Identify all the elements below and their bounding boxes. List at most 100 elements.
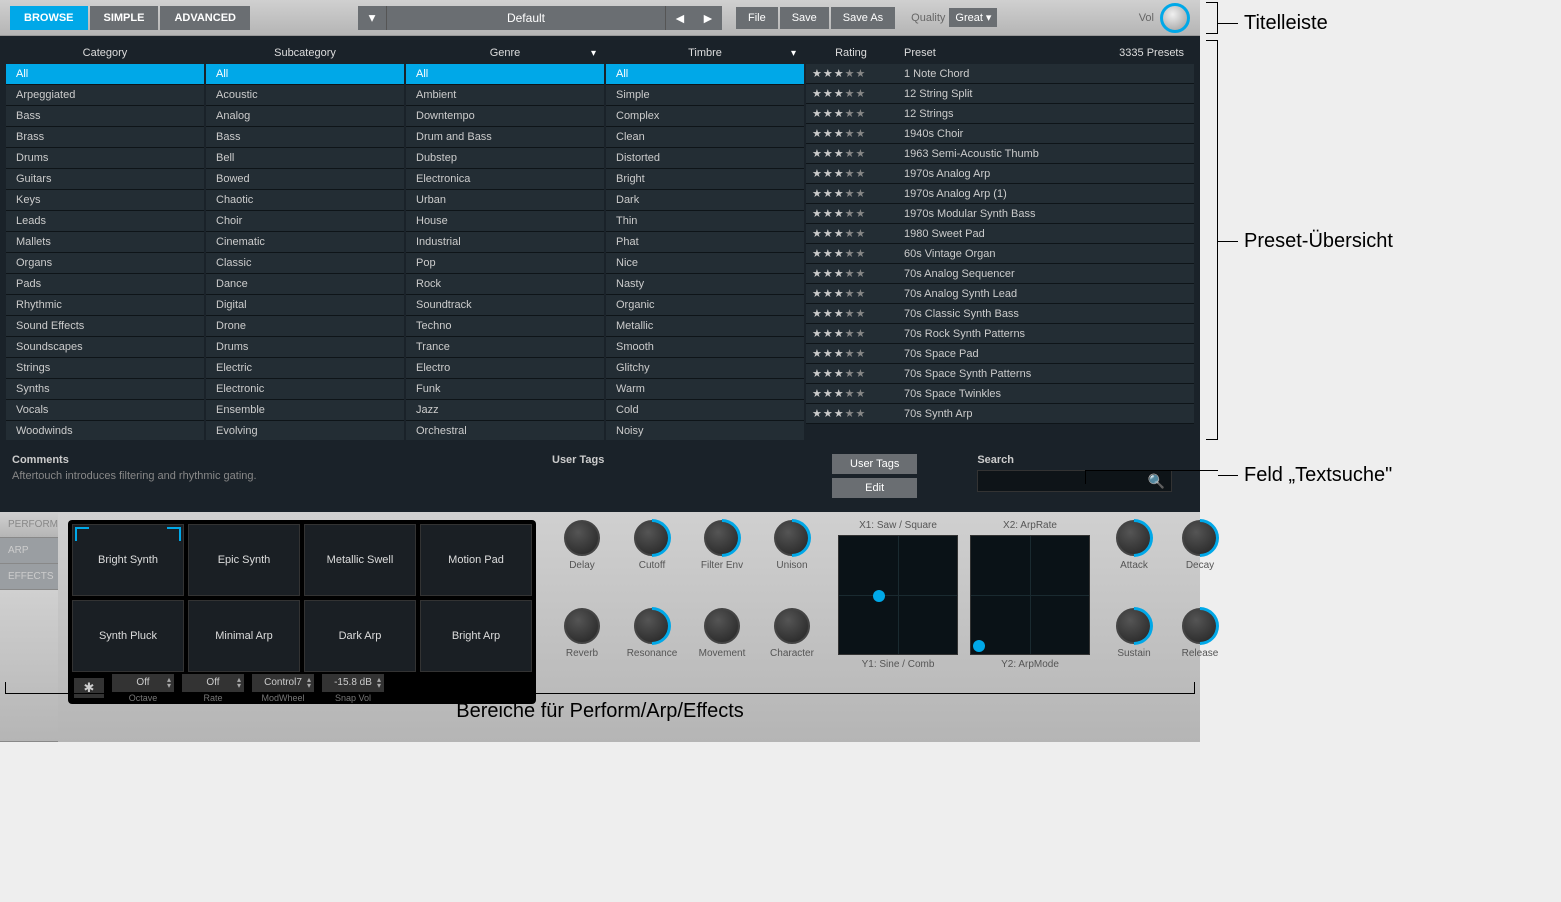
filter-item[interactable]: Simple <box>606 85 804 106</box>
quality-select[interactable]: Great▾ <box>949 8 997 27</box>
filter-item[interactable]: Pop <box>406 253 604 274</box>
knob-attack[interactable] <box>1116 520 1152 556</box>
rating-stars[interactable]: ★★★★★ <box>806 327 896 340</box>
filter-item[interactable]: Techno <box>406 316 604 337</box>
preset-row[interactable]: ★★★★★12 Strings <box>806 104 1194 124</box>
preset-list[interactable]: ★★★★★1 Note Chord★★★★★12 String Split★★★… <box>806 64 1194 440</box>
filter-item[interactable]: Acoustic <box>206 85 404 106</box>
filter-item[interactable]: All <box>606 64 804 85</box>
rating-stars[interactable]: ★★★★★ <box>806 107 896 120</box>
knob-unison[interactable] <box>774 520 810 556</box>
filter-item[interactable]: Vocals <box>6 400 204 421</box>
filter-item[interactable]: Urban <box>406 190 604 211</box>
filter-item[interactable]: Warm <box>606 379 804 400</box>
knob-cutoff[interactable] <box>634 520 670 556</box>
filter-item[interactable]: Smooth <box>606 337 804 358</box>
filter-item[interactable]: Glitchy <box>606 358 804 379</box>
filter-item[interactable]: Trance <box>406 337 604 358</box>
pad-7[interactable]: Bright Arp <box>420 600 532 672</box>
preset-row[interactable]: ★★★★★1980 Sweet Pad <box>806 224 1194 244</box>
prev-preset-button[interactable]: ◄ <box>666 6 694 30</box>
pad-5[interactable]: Minimal Arp <box>188 600 300 672</box>
filter-item[interactable]: Bell <box>206 148 404 169</box>
pad-4[interactable]: Synth Pluck <box>72 600 184 672</box>
filter-item[interactable]: Clean <box>606 127 804 148</box>
filter-list-subcategory[interactable]: AllAcousticAnalogBassBellBowedChaoticCho… <box>206 64 404 440</box>
filter-item[interactable]: Nice <box>606 253 804 274</box>
rating-header[interactable]: Rating <box>806 47 896 59</box>
filter-item[interactable]: Electronic <box>206 379 404 400</box>
preset-row[interactable]: ★★★★★1 Note Chord <box>806 64 1194 84</box>
filter-item[interactable]: Drum and Bass <box>406 127 604 148</box>
knob-release[interactable] <box>1182 608 1218 644</box>
filter-item[interactable]: Funk <box>406 379 604 400</box>
search-input[interactable]: 🔍 <box>977 470 1172 492</box>
knob-delay[interactable] <box>564 520 600 556</box>
filter-item[interactable]: Pads <box>6 274 204 295</box>
filter-item[interactable]: Arpeggiated <box>6 85 204 106</box>
filter-item[interactable]: Drums <box>6 148 204 169</box>
filter-item[interactable]: Distorted <box>606 148 804 169</box>
filter-item[interactable]: Dance <box>206 274 404 295</box>
filter-item[interactable]: Jazz <box>406 400 604 421</box>
edit-button[interactable]: Edit <box>832 478 917 498</box>
xy-pad-2[interactable] <box>970 535 1090 655</box>
filter-item[interactable]: Keys <box>6 190 204 211</box>
knob-reverb[interactable] <box>564 608 600 644</box>
preset-row[interactable]: ★★★★★1963 Semi-Acoustic Thumb <box>806 144 1194 164</box>
rating-stars[interactable]: ★★★★★ <box>806 367 896 380</box>
snapvol-field[interactable]: -15.8 dB▴▾ <box>322 674 384 692</box>
filter-item[interactable]: Brass <box>6 127 204 148</box>
filter-item[interactable]: Noisy <box>606 421 804 440</box>
filter-item[interactable]: Rhythmic <box>6 295 204 316</box>
next-preset-button[interactable]: ► <box>694 6 722 30</box>
filter-item[interactable]: Electric <box>206 358 404 379</box>
rating-stars[interactable]: ★★★★★ <box>806 287 896 300</box>
rating-stars[interactable]: ★★★★★ <box>806 347 896 360</box>
pad-1[interactable]: Epic Synth <box>188 524 300 596</box>
filter-header-genre[interactable]: Genre▾ <box>406 42 604 64</box>
preset-row[interactable]: ★★★★★1970s Modular Synth Bass <box>806 204 1194 224</box>
rating-stars[interactable]: ★★★★★ <box>806 387 896 400</box>
filter-item[interactable]: Electro <box>406 358 604 379</box>
filter-item[interactable]: Dark <box>606 190 804 211</box>
preset-row[interactable]: ★★★★★70s Synth Arp <box>806 404 1194 424</box>
filter-item[interactable]: Analog <box>206 106 404 127</box>
octave-field[interactable]: Off▴▾ <box>112 674 174 692</box>
filter-item[interactable]: Drone <box>206 316 404 337</box>
preset-row[interactable]: ★★★★★12 String Split <box>806 84 1194 104</box>
filter-item[interactable]: Dubstep <box>406 148 604 169</box>
filter-item[interactable]: Choir <box>206 211 404 232</box>
preset-name-display[interactable]: Default <box>386 6 666 30</box>
perform-tab-perform[interactable]: PERFORM <box>0 512 58 538</box>
preset-row[interactable]: ★★★★★70s Classic Synth Bass <box>806 304 1194 324</box>
knob-resonance[interactable] <box>634 608 670 644</box>
filter-item[interactable]: House <box>406 211 604 232</box>
filter-item[interactable]: Rock <box>406 274 604 295</box>
rating-stars[interactable]: ★★★★★ <box>806 247 896 260</box>
filter-item[interactable]: Industrial <box>406 232 604 253</box>
filter-item[interactable]: Chaotic <box>206 190 404 211</box>
preset-row[interactable]: ★★★★★70s Space Twinkles <box>806 384 1194 404</box>
perform-tab-effects[interactable]: EFFECTS <box>0 564 58 590</box>
knob-decay[interactable] <box>1182 520 1218 556</box>
preset-row[interactable]: ★★★★★1970s Analog Arp <box>806 164 1194 184</box>
filter-item[interactable]: Bowed <box>206 169 404 190</box>
filter-item[interactable]: Classic <box>206 253 404 274</box>
knob-character[interactable] <box>774 608 810 644</box>
knob-filter-env[interactable] <box>704 520 740 556</box>
filter-item[interactable]: Organic <box>606 295 804 316</box>
preset-row[interactable]: ★★★★★1970s Analog Arp (1) <box>806 184 1194 204</box>
saveas-button[interactable]: Save As <box>831 7 895 29</box>
filter-item[interactable]: Complex <box>606 106 804 127</box>
rate-field[interactable]: Off▴▾ <box>182 674 244 692</box>
filter-item[interactable]: Digital <box>206 295 404 316</box>
perform-tab-arp[interactable]: ARP <box>0 538 58 564</box>
rating-stars[interactable]: ★★★★★ <box>806 307 896 320</box>
preset-dropdown-button[interactable]: ▾ <box>358 6 386 30</box>
preset-header[interactable]: Preset <box>896 47 1094 59</box>
preset-row[interactable]: ★★★★★70s Space Pad <box>806 344 1194 364</box>
rating-stars[interactable]: ★★★★★ <box>806 147 896 160</box>
preset-row[interactable]: ★★★★★60s Vintage Organ <box>806 244 1194 264</box>
filter-item[interactable]: Bass <box>206 127 404 148</box>
